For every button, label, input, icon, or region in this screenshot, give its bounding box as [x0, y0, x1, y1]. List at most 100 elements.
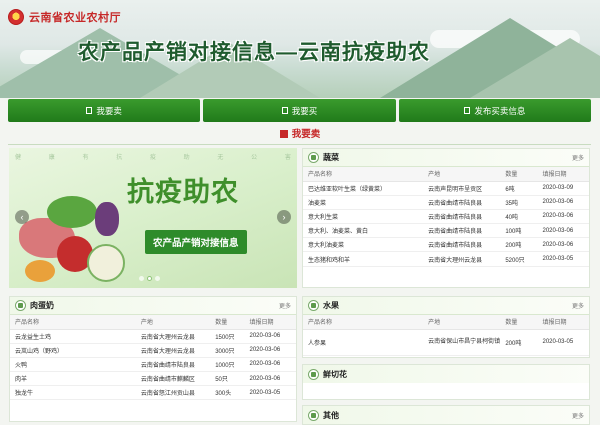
panel-header: 水果 更多: [303, 297, 589, 315]
table-header-row: 产品名称 产地 数量 填报日期: [10, 315, 296, 330]
more-link[interactable]: 更多: [572, 301, 584, 310]
table-row[interactable]: 火鸭 云南省曲靖市陆良县 1000只 2020-03-06: [10, 357, 296, 373]
table-row[interactable]: 生态猪和鸡和羊 云南省大理州云龙县 5200只 2020-03-05: [303, 251, 589, 267]
faint-char: 害: [284, 155, 291, 161]
leaf-icon: [308, 152, 319, 163]
faint-char: 健: [15, 155, 22, 161]
carousel-prev-arrow-icon[interactable]: ‹: [15, 210, 29, 224]
cell-origin: 云南省大理州云龙县: [135, 329, 211, 344]
box-icon: [86, 107, 93, 114]
cell-date: 2020-03-06: [537, 223, 589, 239]
col-date: 填报日期: [537, 167, 589, 182]
faint-char: 疫: [149, 155, 156, 161]
col-name: 产品名称: [303, 315, 424, 330]
fruit-panel: 水果 更多 产品名称 产地 数量 填报日期 人参果 云南省保山市昌宁县柯街镇 2…: [302, 296, 590, 358]
carousel-next-arrow-icon[interactable]: ›: [277, 210, 291, 224]
nav-sell-button[interactable]: 我要卖: [8, 99, 201, 122]
more-link[interactable]: 更多: [279, 301, 291, 310]
col-date: 填报日期: [537, 315, 589, 330]
eggplant-shape: [95, 202, 119, 236]
cell-date: 2020-03-05: [537, 329, 589, 356]
faint-char: 无: [217, 155, 224, 161]
col-date: 填报日期: [244, 315, 296, 330]
org-logo[interactable]: 云南省农业农村厅: [8, 9, 121, 25]
table-row[interactable]: 云岚山鸡（野鸡） 云南省大理州云龙县 3000只 2020-03-06: [10, 343, 296, 358]
greens-shape: [47, 196, 97, 228]
table-row[interactable]: 意大利油麦菜 云南省曲靖市陆良县 200吨 2020-03-06: [303, 237, 589, 253]
cell-name: 油麦菜: [303, 195, 424, 210]
main-nav: 我要卖 我要买 发布买卖信息: [8, 99, 591, 122]
box-icon: [281, 107, 288, 114]
cell-name: 肉羊: [10, 371, 136, 387]
carousel-dot[interactable]: [139, 276, 144, 281]
col-name: 产品名称: [303, 167, 424, 182]
carousel-subtitle: 农产品产销对接信息: [145, 230, 247, 254]
cell-name: 意大利、油麦菜、黄白: [303, 223, 424, 239]
box-icon: [464, 107, 471, 114]
panel-title: 鲜切花: [323, 369, 347, 379]
cell-name: 意大利油麦菜: [303, 237, 424, 253]
table-row[interactable]: 云龙益生土鸡 云南省大理州云龙县 1500只 2020-03-06: [10, 329, 296, 344]
table-row[interactable]: 意大利、油麦菜、黄白 云南省曲靖市陆良县 100吨 2020-03-06: [303, 223, 589, 239]
cell-date: 2020-03-06: [537, 237, 589, 253]
section-title: 我要卖: [291, 129, 321, 140]
vegetables-panel: 蔬菜 更多 产品名称 产地 数量 填报日期 巴达维亚软叶生菜（绿黄菜） 云南声昆明…: [302, 148, 590, 288]
fruit-table: 产品名称 产地 数量 填报日期 人参果 云南省保山市昌宁县柯街镇 200吨 20…: [303, 315, 589, 356]
cell-qty: 200吨: [500, 237, 538, 253]
cell-origin: 云南省曲靖市陆良县: [423, 195, 501, 210]
cell-date: 2020-03-05: [537, 251, 589, 267]
col-origin: 产地: [423, 167, 501, 182]
cell-origin: 云南声昆明市呈贡区: [423, 181, 501, 196]
more-link[interactable]: 更多: [572, 153, 584, 162]
cell-name: 云龙益生土鸡: [10, 329, 136, 344]
cell-origin: 云南省曲靖市陆良县: [423, 237, 501, 253]
table-row[interactable]: 意大利生菜 云南省曲靖市陆良县 40吨 2020-03-06: [303, 209, 589, 225]
cell-qty: 1000只: [210, 357, 245, 373]
more-link[interactable]: 更多: [572, 411, 584, 420]
cell-origin: 云南省大理州云龙县: [423, 251, 501, 267]
col-origin: 产地: [135, 315, 211, 330]
cell-date: 2020-03-05: [244, 385, 296, 401]
nav-publish-button[interactable]: 发布买卖信息: [398, 99, 591, 122]
cell-origin: 云南省曲靖市陆良县: [423, 209, 501, 225]
nav-sell-label: 我要卖: [96, 105, 122, 116]
cell-qty: 5200只: [500, 251, 538, 267]
section-divider: [8, 144, 591, 145]
cell-date: 2020-03-06: [537, 195, 589, 210]
carousel-dot[interactable]: [155, 276, 160, 281]
table-row[interactable]: 巴达维亚软叶生菜（绿黄菜） 云南声昆明市呈贡区 6吨 2020-03-09: [303, 181, 589, 196]
cell-name: 火鸭: [10, 357, 136, 373]
cell-date: 2020-03-06: [244, 343, 296, 358]
table-row[interactable]: 独龙牛 云南省怒江州贡山县 300头 2020-03-05: [10, 385, 296, 401]
flower-icon: [308, 368, 319, 380]
col-name: 产品名称: [10, 315, 136, 330]
meat-egg-milk-panel: 肉蛋奶 更多 产品名称 产地 数量 填报日期 云龙益生土鸡 云南省大理州云龙县 15…: [9, 296, 297, 422]
cell-date: 2020-03-06: [244, 329, 296, 344]
fresh-flowers-panel: 鲜切花: [302, 364, 590, 400]
nav-buy-button[interactable]: 我要买: [203, 99, 396, 122]
meat-table: 产品名称 产地 数量 填报日期 云龙益生土鸡 云南省大理州云龙县 1500只 2020…: [10, 315, 296, 401]
egg-icon: [15, 300, 26, 311]
nav-buy-label: 我要买: [291, 105, 318, 116]
promo-carousel[interactable]: 健 康 有 抗 疫 助 无 公 害 ‹ › 抗疫助农 农产品产销对接信息: [9, 148, 297, 288]
table-row[interactable]: 人参果 云南省保山市昌宁县柯街镇 200吨 2020-03-05: [303, 329, 589, 356]
cell-origin: 云南省大理州云龙县: [135, 343, 211, 358]
fruit-icon: [308, 300, 319, 311]
carousel-faint-text: 健 康 有 抗 疫 助 无 公 害: [15, 152, 291, 161]
panel-header: 蔬菜 更多: [303, 149, 589, 167]
nav-publish-label: 发布买卖信息: [474, 105, 526, 116]
page-title: 农产品产销对接信息—云南抗疫助农: [78, 41, 430, 64]
table-header-row: 产品名称 产地 数量 填报日期: [303, 315, 589, 330]
cell-name: 意大利生菜: [303, 209, 424, 225]
cell-origin: 云南省曲靖市陆良县: [135, 357, 211, 373]
panel-title: 肉蛋奶: [30, 301, 54, 310]
cell-name: 独龙牛: [10, 385, 136, 401]
carousel-dot-active[interactable]: [147, 276, 152, 281]
table-row[interactable]: 油麦菜 云南省曲靖市陆良县 35吨 2020-03-06: [303, 195, 589, 210]
table-row[interactable]: 肉羊 云南省曲靖市麒麟区 50只 2020-03-06: [10, 371, 296, 387]
produce-illustration: [17, 188, 127, 288]
panel-header: 肉蛋奶 更多: [10, 297, 296, 315]
national-emblem-icon: [8, 9, 24, 25]
cell-qty: 200吨: [500, 329, 538, 356]
cell-date: 2020-03-06: [537, 209, 589, 225]
